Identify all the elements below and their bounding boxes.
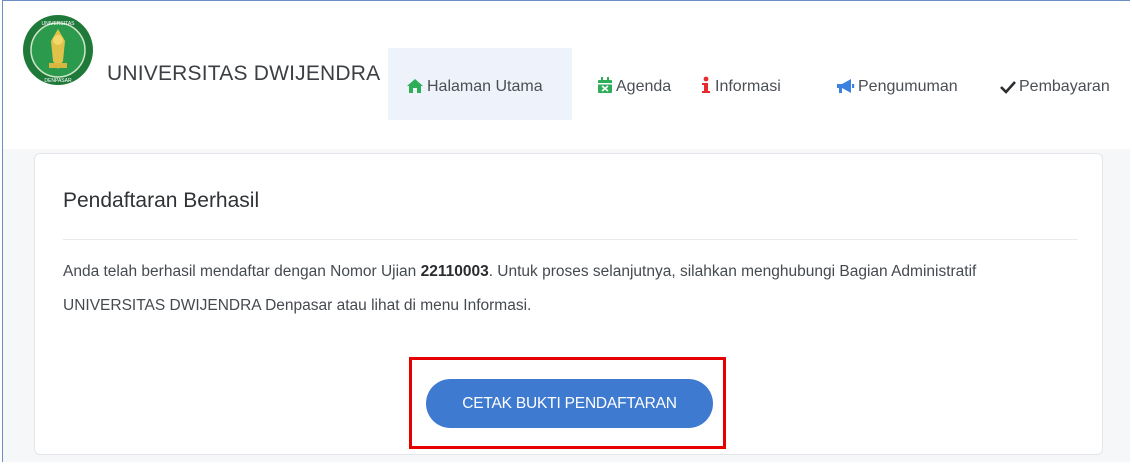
- registration-success-card: Pendaftaran Berhasil Anda telah berhasil…: [34, 153, 1103, 455]
- nav-label: Pengumuman: [858, 78, 958, 95]
- home-icon: [407, 79, 423, 93]
- message-text: Anda telah berhasil mendaftar dengan Nom…: [63, 263, 421, 280]
- nav-item-halaman-utama[interactable]: Halaman Utama: [406, 76, 543, 98]
- success-message: Anda telah berhasil mendaftar dengan Nom…: [63, 255, 1073, 323]
- nav-item-pengumuman[interactable]: Pengumuman: [836, 76, 958, 98]
- print-registration-proof-button[interactable]: CETAK BUKTI PENDAFTARAN: [426, 379, 713, 428]
- university-logo[interactable]: UNIVERSITAS DENPASAR: [21, 13, 95, 87]
- card-title: Pendaftaran Berhasil: [63, 189, 260, 212]
- info-icon: [702, 76, 710, 93]
- brand-name[interactable]: UNIVERSITAS DWIJENDRA: [107, 62, 380, 86]
- nav-label: Informasi: [715, 78, 781, 95]
- checkmark-icon: [1000, 81, 1016, 94]
- card-divider: [63, 239, 1078, 240]
- svg-text:UNIVERSITAS: UNIVERSITAS: [42, 21, 76, 27]
- nav-label: Pembayaran: [1019, 78, 1110, 95]
- nav-item-agenda[interactable]: Agenda: [597, 76, 671, 98]
- nav-label: Halaman Utama: [427, 78, 543, 95]
- svg-text:DENPASAR: DENPASAR: [44, 78, 72, 84]
- calendar-icon: [598, 77, 612, 93]
- nav-item-informasi[interactable]: Informasi: [700, 76, 781, 98]
- exam-number: 22110003: [420, 263, 489, 280]
- navbar: UNIVERSITAS DENPASAR UNIVERSITAS DWIJEND…: [3, 1, 1132, 149]
- nav-label: Agenda: [616, 78, 672, 95]
- megaphone-icon: [837, 79, 855, 93]
- nav-item-pembayaran[interactable]: Pembayaran: [1000, 76, 1110, 98]
